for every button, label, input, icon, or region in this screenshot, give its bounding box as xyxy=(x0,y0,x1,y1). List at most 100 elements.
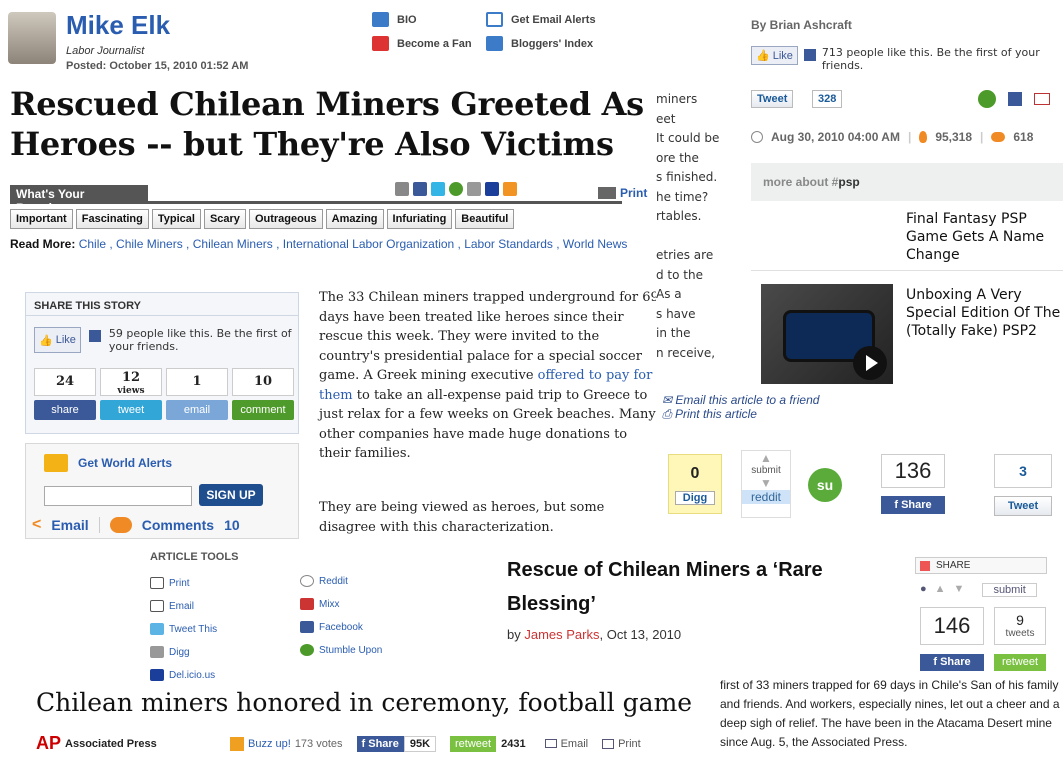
tweet-widget[interactable]: 3 Tweet xyxy=(994,454,1052,518)
fb-like-row: 👍 Like 59 people like this. Be the first … xyxy=(34,327,299,353)
share-button[interactable]: share xyxy=(34,400,96,420)
stumbleupon-icon[interactable] xyxy=(449,182,463,196)
reaction-scary[interactable]: Scary xyxy=(203,209,246,229)
tool-tweet[interactable]: Tweet This xyxy=(150,623,217,635)
tool-facebook[interactable]: Facebook xyxy=(300,621,363,633)
views-number: 12 xyxy=(121,370,141,385)
buzz-up[interactable]: Buzz up! 173 votes xyxy=(230,736,343,751)
tool-reddit[interactable]: Reddit xyxy=(300,575,348,587)
print-link[interactable]: Print xyxy=(602,738,641,750)
downvote-arrow-icon[interactable]: ▼ xyxy=(954,583,965,597)
retweet-widget[interactable]: retweet 2431 xyxy=(450,735,531,752)
reddit-submit[interactable]: submit xyxy=(982,583,1037,597)
comment-button[interactable]: comment xyxy=(232,400,294,420)
downvote-arrow-icon[interactable]: ▼ xyxy=(742,476,790,490)
alert-email-input[interactable] xyxy=(44,486,192,506)
reaction-typical[interactable]: Typical xyxy=(151,209,201,229)
tweet-button[interactable]: Tweet xyxy=(994,496,1052,516)
alerts-title[interactable]: Get World Alerts xyxy=(78,456,172,470)
facebook-icon xyxy=(803,49,816,61)
digg-icon[interactable] xyxy=(467,182,481,196)
fb-like-button[interactable]: 👍 Like xyxy=(751,46,798,65)
share-count: 24 xyxy=(34,368,96,396)
tool-email[interactable]: Email xyxy=(150,600,194,612)
para1-text-b: to take an all-expense paid trip to Gree… xyxy=(319,387,656,462)
email-icon[interactable] xyxy=(1034,93,1050,105)
upvote-arrow-icon[interactable]: ▲ xyxy=(935,583,946,597)
tweet-count: 328 xyxy=(812,90,843,108)
reddit-widget[interactable]: ▲ submit ▼ reddit xyxy=(741,450,791,518)
play-icon[interactable] xyxy=(853,346,887,380)
buzz-icon xyxy=(230,736,244,751)
facebook-icon[interactable] xyxy=(413,182,427,196)
digg-button[interactable]: Digg xyxy=(675,491,715,505)
tweet-button[interactable]: tweet xyxy=(100,400,162,420)
digg-widget[interactable]: 0 Digg xyxy=(668,454,722,514)
article-tools: ✉ Email this article to a friend ⎙ Print… xyxy=(662,393,819,421)
tool-stumbleupon[interactable]: Stumble Upon xyxy=(300,644,382,656)
twitter-icon[interactable] xyxy=(431,182,445,196)
reaction-amazing[interactable]: Amazing xyxy=(325,209,384,229)
fb-like-button[interactable]: 👍 Like xyxy=(34,327,81,353)
reddit-submit[interactable]: submit xyxy=(742,465,790,476)
tool-print[interactable]: Print xyxy=(150,577,190,589)
fb-share-widget[interactable]: f Share 95K xyxy=(356,735,437,752)
related-story-1[interactable]: Final Fantasy PSP Game Gets A Name Chang… xyxy=(906,210,1061,264)
bloggers-index-link[interactable]: Bloggers' Index xyxy=(486,36,593,51)
signup-button[interactable]: SIGN UP xyxy=(199,484,263,506)
separator xyxy=(98,517,100,533)
author-link[interactable]: James Parks xyxy=(524,627,599,642)
share-bar[interactable]: SHARE xyxy=(915,557,1047,574)
reaction-beautiful[interactable]: Beautiful xyxy=(455,209,515,229)
facebook-icon[interactable] xyxy=(1008,92,1022,106)
print-article-link[interactable]: ⎙ Print this article xyxy=(662,407,819,421)
author-name[interactable]: Mike Elk xyxy=(66,10,170,41)
tool-delicious[interactable]: Del.icio.us xyxy=(150,669,215,681)
become-fan-link[interactable]: Become a Fan xyxy=(372,36,472,51)
like-label: Like xyxy=(55,334,76,346)
fb-share-button[interactable]: f Share xyxy=(881,496,945,514)
tool-delicious-label: Del.icio.us xyxy=(169,669,216,681)
reaction-fascinating[interactable]: Fascinating xyxy=(75,209,149,229)
fb-share-button[interactable]: f Share xyxy=(920,654,984,671)
article-tools-panel: ARTICLE TOOLS Print Email Tweet This Dig… xyxy=(0,543,500,688)
stumbleupon-icon[interactable] xyxy=(978,90,996,108)
envelope-icon xyxy=(44,454,68,472)
cropped-text-fragments: miners eet It could be ore the s finishe… xyxy=(656,90,746,363)
tweet-button[interactable]: Tweet xyxy=(751,90,794,108)
email-link[interactable]: Email xyxy=(51,517,88,533)
person-icon xyxy=(372,12,389,27)
huffpost-article-header: Mike Elk Labor Journalist Posted: Octobe… xyxy=(0,0,660,268)
tweet-count: 3 xyxy=(994,454,1052,488)
tool-mixx[interactable]: Mixx xyxy=(300,598,340,610)
email-article-link[interactable]: ✉ Email this article to a friend xyxy=(662,393,819,407)
upvote-arrow-icon[interactable]: ▲ xyxy=(742,451,790,465)
mixx-icon xyxy=(300,598,314,610)
more-about-tag[interactable]: psp xyxy=(838,175,859,189)
video-thumbnail[interactable] xyxy=(761,284,893,384)
email-link[interactable]: Email xyxy=(544,738,588,750)
delicious-icon[interactable] xyxy=(485,182,499,196)
article-body-panel: SHARE THIS STORY 👍 Like 59 people like th… xyxy=(0,268,660,543)
facebook-share-widget[interactable]: 136 f Share xyxy=(881,454,945,518)
digg-count: 0 xyxy=(690,465,700,482)
reaction-infuriating[interactable]: Infuriating xyxy=(386,209,453,229)
related-story-2[interactable]: Unboxing A Very Special Edition Of The (… xyxy=(906,286,1061,340)
fragment: miners xyxy=(656,92,698,106)
comments-link[interactable]: Comments xyxy=(142,517,214,533)
bookmark-icon[interactable] xyxy=(395,182,409,196)
stumbleupon-icon[interactable]: su xyxy=(808,468,842,502)
email-alerts-link[interactable]: Get Email Alerts xyxy=(486,12,596,27)
email-button[interactable]: email xyxy=(166,400,228,420)
reaction-outrageous[interactable]: Outrageous xyxy=(248,209,323,229)
play-triangle xyxy=(866,355,878,371)
reaction-important[interactable]: Important xyxy=(10,209,73,229)
rss-icon[interactable] xyxy=(503,182,517,196)
retweet-button[interactable]: retweet xyxy=(994,654,1046,671)
read-more-links[interactable]: Chile , Chile Miners , Chilean Miners , … xyxy=(79,237,628,251)
bio-link[interactable]: BIO xyxy=(372,12,417,27)
print-link[interactable]: Print xyxy=(598,186,647,200)
article-headline: Chilean miners honored in ceremony, foot… xyxy=(36,688,693,717)
become-fan-label: Become a Fan xyxy=(397,37,472,50)
tool-digg[interactable]: Digg xyxy=(150,646,190,658)
